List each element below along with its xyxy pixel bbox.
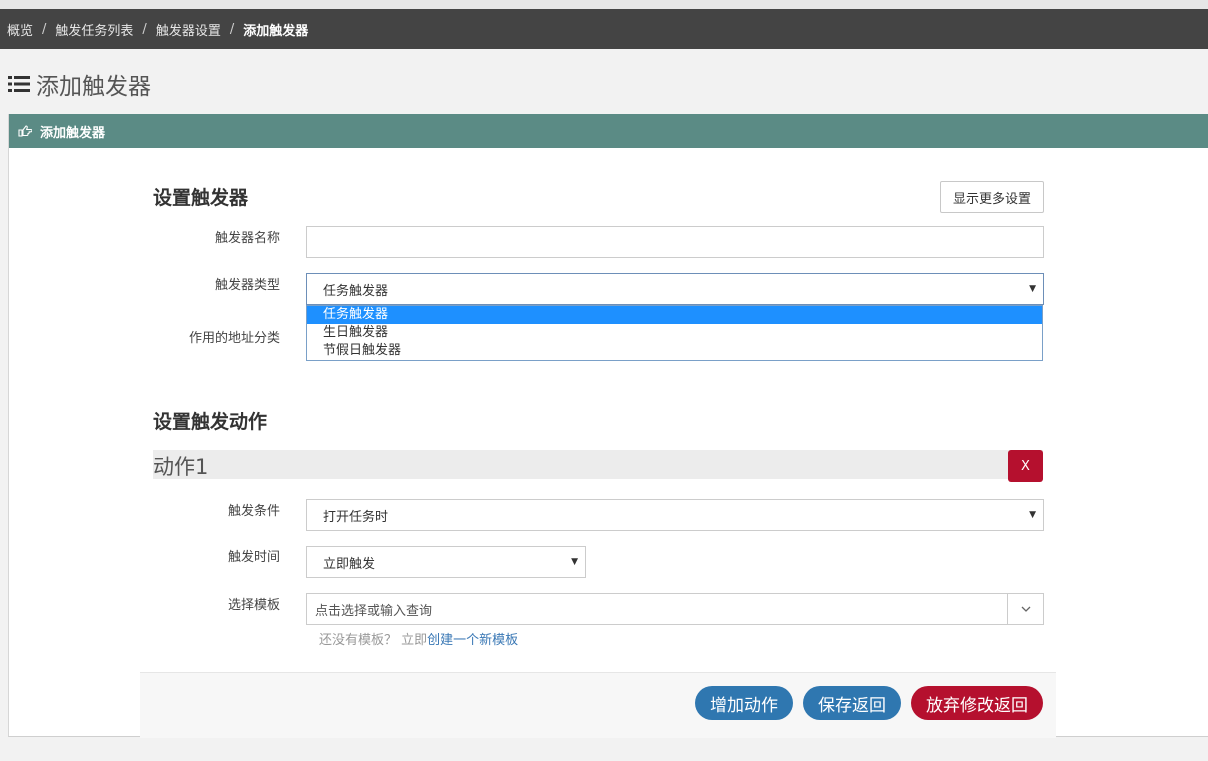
template-hint: 还没有模板？ 立即创建一个新模板	[319, 629, 518, 648]
trigger-condition-value: 打开任务时	[323, 509, 389, 525]
save-return-button[interactable]: 保存返回	[803, 686, 901, 720]
page-title: 添加触发器	[8, 68, 151, 100]
trigger-time-value: 立即触发	[323, 556, 376, 572]
breadcrumb-separator: /	[142, 21, 147, 37]
breadcrumb-separator: /	[229, 21, 235, 37]
trigger-name-label: 触发器名称	[214, 231, 280, 246]
caret-down-icon: ▼	[1029, 284, 1036, 294]
trigger-type-dropdown: 任务触发器 生日触发器 节假日触发器	[306, 305, 1043, 361]
template-combobox[interactable]: 点击选择或输入查询	[306, 593, 1044, 625]
action-name: 动作1	[153, 455, 209, 479]
action-header-bar: 动作1	[153, 450, 1043, 479]
trigger-time-select[interactable]: 立即触发 ▼	[306, 546, 586, 578]
trigger-name-input[interactable]	[306, 226, 1044, 258]
breadcrumb-separator: /	[42, 21, 47, 37]
panel-header-title: 添加触发器	[40, 125, 106, 141]
trigger-section-title: 设置触发器	[153, 187, 249, 209]
list-icon	[8, 76, 30, 92]
trigger-type-option-holiday[interactable]: 节假日触发器	[307, 342, 1042, 360]
trigger-time-label: 触发时间	[227, 550, 280, 565]
template-hint-text: 还没有模板？ 立即	[319, 633, 428, 648]
create-template-link[interactable]: 创建一个新模板	[427, 633, 518, 648]
trigger-condition-select[interactable]: 打开任务时 ▼	[306, 499, 1044, 531]
hand-point-right-icon	[18, 125, 32, 137]
discard-return-button[interactable]: 放弃修改返回	[911, 686, 1043, 720]
show-more-settings-button[interactable]: 显示更多设置	[940, 181, 1044, 213]
trigger-type-select[interactable]: 任务触发器 ▼	[306, 273, 1044, 305]
action-section-title: 设置触发动作	[153, 411, 268, 433]
add-trigger-panel: 添加触发器 设置触发器 显示更多设置 触发器名称 触发器类型 任务触发器 ▼ 任…	[8, 114, 1208, 738]
add-action-button[interactable]: 增加动作	[695, 686, 793, 720]
trigger-type-option-task[interactable]: 任务触发器	[307, 306, 1042, 324]
chevron-down-icon[interactable]	[1007, 594, 1043, 624]
breadcrumb-item-overview[interactable]: 概览	[7, 20, 33, 39]
caret-down-icon: ▼	[571, 557, 578, 567]
breadcrumb: 概览 / 触发任务列表 / 触发器设置 / 添加触发器	[0, 9, 1208, 49]
remove-action-button[interactable]: X	[1008, 450, 1043, 482]
breadcrumb-item-trigger-task-list[interactable]: 触发任务列表	[55, 20, 133, 39]
trigger-type-value: 任务触发器	[323, 283, 389, 299]
caret-down-icon: ▼	[1029, 510, 1036, 520]
template-placeholder: 点击选择或输入查询	[315, 603, 433, 619]
trigger-type-label: 触发器类型	[214, 278, 280, 293]
trigger-type-option-birthday[interactable]: 生日触发器	[307, 324, 1042, 342]
breadcrumb-item-current: 添加触发器	[243, 23, 309, 39]
address-category-label: 作用的地址分类	[188, 331, 280, 346]
template-label: 选择模板	[227, 598, 280, 613]
trigger-condition-label: 触发条件	[227, 504, 280, 519]
panel-header: 添加触发器	[9, 114, 1208, 148]
top-strip	[0, 0, 1208, 9]
page-title-text: 添加触发器	[36, 74, 151, 100]
breadcrumb-item-trigger-settings[interactable]: 触发器设置	[156, 20, 221, 39]
